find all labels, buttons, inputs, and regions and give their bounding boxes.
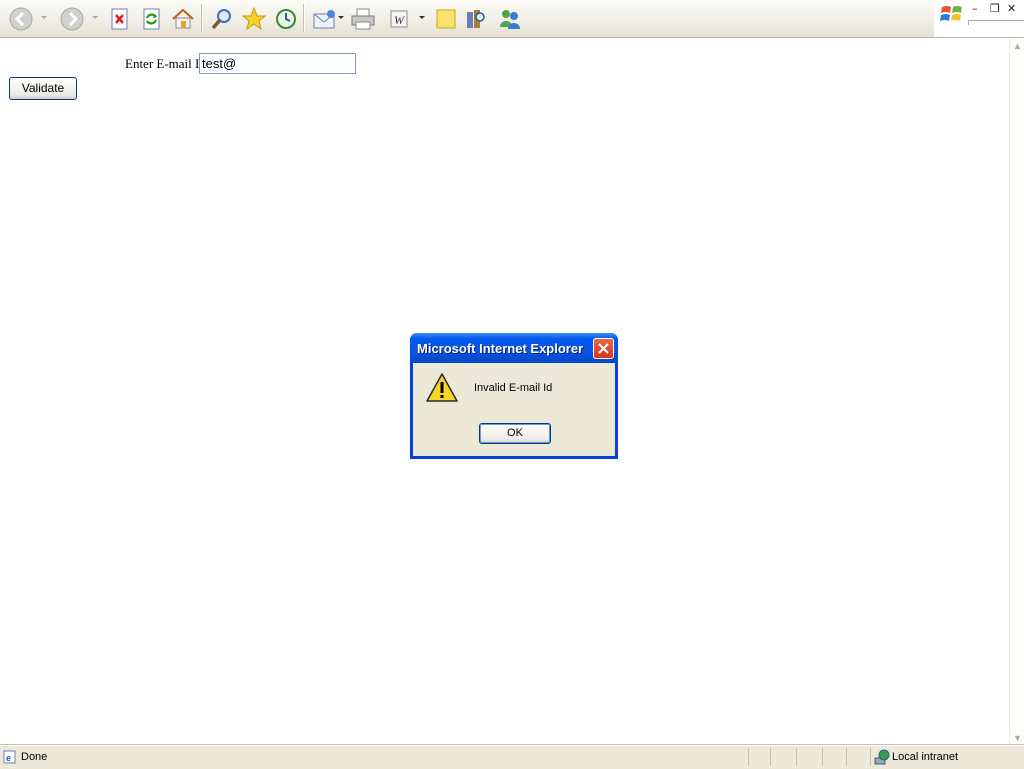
favorites-button[interactable] (239, 4, 269, 34)
edit-button[interactable]: W (384, 4, 414, 34)
svg-text:W: W (394, 13, 405, 27)
warning-icon (426, 373, 458, 402)
close-window-icon[interactable]: ✕ (1007, 2, 1016, 15)
ok-button[interactable]: OK (479, 423, 551, 444)
search-button[interactable] (207, 4, 237, 34)
dialog-titlebar[interactable]: Microsoft Internet Explorer (410, 333, 618, 363)
status-cell (796, 748, 821, 766)
status-cell (748, 748, 769, 766)
scroll-down-icon[interactable]: ▼ (1010, 730, 1024, 745)
svg-text:e: e (6, 753, 11, 763)
discuss-button[interactable] (431, 4, 461, 34)
print-button[interactable] (348, 4, 378, 34)
edit-dropdown-icon[interactable] (418, 14, 426, 22)
zone-text: Local intranet (892, 751, 959, 763)
email-input[interactable]: test@ (199, 53, 356, 74)
forward-dropdown-icon[interactable] (91, 14, 99, 22)
note-icon (436, 9, 456, 29)
back-dropdown-icon[interactable] (40, 14, 48, 22)
forward-button[interactable] (57, 4, 87, 34)
dialog-close-button[interactable] (593, 338, 614, 359)
toolbar-grip (968, 20, 1024, 25)
status-cell (822, 748, 845, 766)
forward-arrow-icon (60, 7, 84, 31)
dialog-body: Invalid E-mail Id OK (413, 363, 615, 456)
mail-button[interactable] (310, 4, 340, 34)
star-icon (241, 6, 267, 31)
vertical-scrollbar[interactable]: ▲ ▼ (1009, 38, 1024, 745)
back-arrow-icon (9, 7, 33, 31)
page-icon: e (3, 750, 16, 764)
messenger-button[interactable] (495, 4, 525, 34)
close-icon (598, 343, 609, 354)
mail-icon (313, 10, 335, 29)
validate-button[interactable]: Validate (9, 77, 77, 100)
scroll-up-icon[interactable]: ▲ (1010, 38, 1024, 53)
mail-dropdown-icon[interactable] (337, 14, 345, 22)
refresh-icon (143, 8, 160, 30)
toolbar-separator (201, 4, 203, 32)
history-icon (276, 9, 296, 29)
dialog-message: Invalid E-mail Id (474, 382, 553, 394)
home-button[interactable] (168, 4, 198, 34)
alert-dialog: Microsoft Internet Explorer Invalid E-ma… (410, 333, 618, 459)
back-button[interactable] (6, 4, 36, 34)
search-icon (211, 9, 231, 30)
toolbar-separator (303, 4, 305, 32)
stop-button[interactable] (105, 4, 135, 34)
research-button[interactable] (461, 4, 491, 34)
research-icon (467, 10, 485, 28)
browser-toolbar: W (0, 0, 934, 38)
history-button[interactable] (271, 4, 301, 34)
dialog-title: Microsoft Internet Explorer (417, 341, 584, 356)
status-cell (770, 748, 795, 766)
messenger-icon (500, 10, 520, 29)
printer-icon (351, 8, 375, 30)
word-icon: W (390, 10, 408, 28)
windows-logo-icon (940, 6, 962, 21)
email-label: Enter E-mail Id (125, 56, 206, 71)
restore-icon[interactable]: ❐ (990, 2, 1000, 15)
status-bar: e Done Local intranet (0, 745, 1024, 769)
home-icon (172, 8, 194, 29)
status-text: Done (21, 751, 48, 763)
stop-icon (111, 8, 128, 30)
status-cell (846, 748, 869, 766)
refresh-button[interactable] (137, 4, 167, 34)
intranet-icon (874, 749, 890, 765)
minimize-icon[interactable]: – (972, 2, 978, 15)
